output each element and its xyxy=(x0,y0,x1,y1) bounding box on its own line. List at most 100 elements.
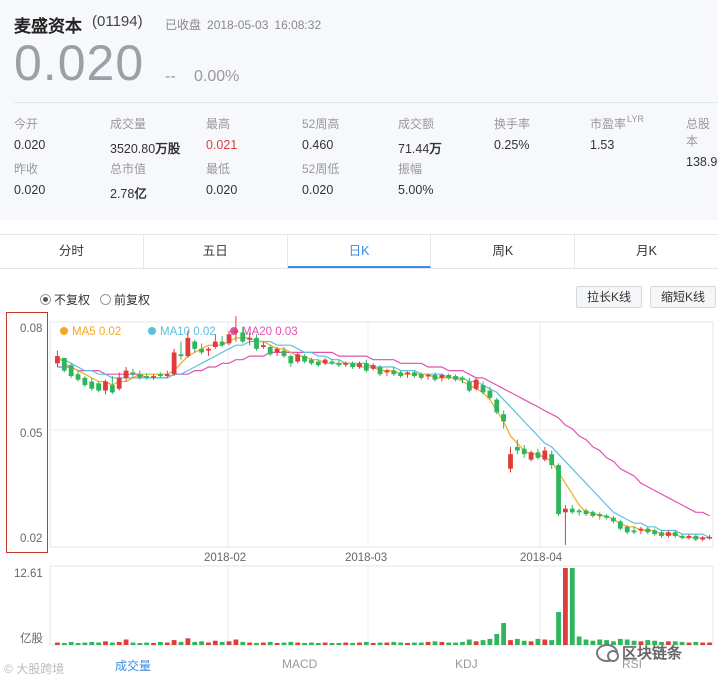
volume-bar xyxy=(171,640,177,645)
candle-body xyxy=(638,528,644,531)
ma5-line xyxy=(56,337,710,539)
bottom-tab-macd[interactable]: MACD xyxy=(282,657,317,671)
volume-bar xyxy=(466,639,472,645)
volume-bar xyxy=(254,643,259,645)
legend-marker xyxy=(148,327,156,335)
volume-bar xyxy=(315,643,321,645)
volume-unit: 亿股 xyxy=(20,633,43,645)
candle-body xyxy=(61,357,67,371)
price-tick: 0.02 xyxy=(20,533,43,545)
candle-body xyxy=(604,515,610,518)
candle-body xyxy=(82,377,88,386)
candle-body xyxy=(521,448,527,455)
volume-bar xyxy=(123,639,129,645)
volume-bar xyxy=(89,641,95,645)
candle-body xyxy=(659,532,664,536)
volume-bar xyxy=(55,642,60,645)
candle-body xyxy=(425,374,431,377)
candle-body xyxy=(576,510,582,513)
candle-body xyxy=(322,359,328,364)
candle-body xyxy=(315,361,321,366)
volume-bar xyxy=(528,641,534,645)
bottom-tab-kdj[interactable]: KDJ xyxy=(455,657,478,671)
candle-body xyxy=(446,374,452,378)
watermark-right: 区块链条 xyxy=(596,642,682,663)
candle-body xyxy=(109,385,115,393)
candle-body xyxy=(686,535,692,538)
candle-body xyxy=(665,532,671,536)
volume-bar xyxy=(432,641,438,645)
candle-body xyxy=(137,374,143,378)
volume-bar xyxy=(514,638,520,645)
candle-body xyxy=(302,356,307,362)
candle-body xyxy=(494,399,500,413)
wechat-icon xyxy=(596,643,619,662)
legend-marker xyxy=(60,327,68,335)
candle-body xyxy=(679,535,685,538)
volume-bar xyxy=(453,642,458,645)
volume-bar xyxy=(693,641,699,645)
candle-body xyxy=(597,514,603,516)
volume-bar xyxy=(439,641,445,645)
candle-body xyxy=(336,363,342,366)
candle-body xyxy=(487,390,493,398)
volume-bar xyxy=(377,642,383,645)
candle-body xyxy=(192,341,198,349)
volume-bar xyxy=(151,643,156,645)
candle-body xyxy=(206,348,211,351)
candle-body xyxy=(542,450,548,460)
volume-bar xyxy=(302,643,307,645)
candle-body xyxy=(281,350,287,357)
volume-bar xyxy=(226,641,232,645)
candle-body xyxy=(693,535,699,540)
candle-body xyxy=(274,348,280,353)
volume-bar xyxy=(487,638,493,645)
volume-bar xyxy=(260,642,266,645)
kline-chart[interactable]: MA5 0.02 MA10 0.02 MA20 0.03 xyxy=(0,0,718,683)
candle-body xyxy=(363,363,369,371)
volume-panel-frame xyxy=(49,565,714,646)
candle-body xyxy=(55,356,60,364)
candle-body xyxy=(700,537,706,540)
volume-bar xyxy=(542,639,548,645)
volume-bar xyxy=(563,568,568,645)
candle-body xyxy=(405,372,410,375)
volume-bar xyxy=(185,638,191,645)
volume-bar xyxy=(425,641,431,645)
volume-bar xyxy=(274,643,280,645)
candle-body xyxy=(171,352,177,375)
volume-bar xyxy=(288,641,294,645)
candle-body xyxy=(219,341,225,346)
volume-bar xyxy=(309,642,314,645)
candle-body xyxy=(164,374,170,377)
volume-bar xyxy=(240,641,246,645)
candle-body xyxy=(212,341,218,347)
candle-body xyxy=(288,356,294,364)
candle-body xyxy=(473,379,479,389)
candle-body xyxy=(144,376,150,378)
volume-bar xyxy=(68,641,74,645)
volume-bar xyxy=(583,639,589,645)
candle-body xyxy=(583,510,589,515)
volume-bar xyxy=(336,643,342,645)
volume-bar xyxy=(590,640,596,645)
volume-bar xyxy=(576,636,582,645)
volume-bar xyxy=(281,642,287,645)
candle-body xyxy=(370,365,376,369)
volume-bar xyxy=(157,641,163,645)
bottom-tab-volume[interactable]: 成交量 xyxy=(115,657,151,674)
volume-bar xyxy=(164,642,170,645)
candle-body xyxy=(260,345,266,347)
volume-bar xyxy=(535,638,541,645)
candle-body xyxy=(652,530,658,535)
volume-bar xyxy=(391,641,397,645)
volume-bar xyxy=(521,640,527,645)
candle-body xyxy=(418,374,424,378)
volume-bar xyxy=(707,642,712,645)
volume-bar xyxy=(75,643,81,645)
volume-bar xyxy=(398,642,404,645)
candle-body xyxy=(645,528,651,533)
volume-bar xyxy=(61,643,67,645)
candle-body xyxy=(343,363,349,365)
candle-body xyxy=(75,374,81,380)
